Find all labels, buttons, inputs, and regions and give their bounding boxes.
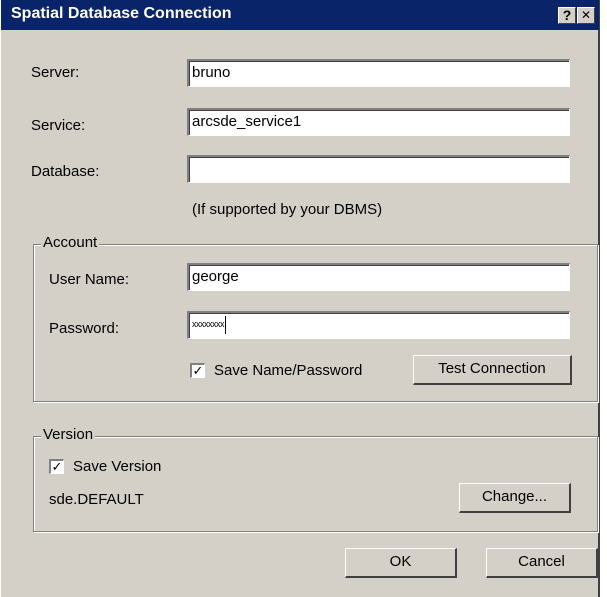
text-caret (225, 315, 226, 334)
username-input[interactable]: george (187, 263, 570, 291)
password-mask: xxxxxxxx (192, 319, 225, 329)
help-icon[interactable]: ? (558, 7, 576, 24)
password-label: Password: (49, 320, 120, 337)
ok-button[interactable]: OK (345, 548, 457, 578)
service-input[interactable]: arcsde_service1 (187, 108, 570, 136)
test-connection-button[interactable]: Test Connection (413, 355, 572, 385)
database-input[interactable] (187, 155, 570, 183)
service-label: Service: (31, 117, 86, 134)
database-label: Database: (31, 163, 100, 180)
cancel-button[interactable]: Cancel (486, 548, 598, 578)
username-label: User Name: (49, 271, 130, 288)
database-hint: (If supported by your DBMS) (192, 201, 383, 218)
password-input[interactable]: xxxxxxxx (187, 311, 570, 339)
version-group-title: Version (41, 426, 96, 443)
title-bar[interactable]: Spatial Database Connection ? ✕ (1, 0, 599, 30)
save-version-label[interactable]: Save Version (73, 458, 161, 475)
spatial-database-connection-dialog: Spatial Database Connection ? ✕ Server: … (0, 0, 600, 597)
server-label: Server: (31, 64, 80, 81)
account-group-title: Account (41, 234, 100, 251)
close-icon[interactable]: ✕ (577, 7, 595, 24)
change-version-button[interactable]: Change... (459, 483, 571, 513)
window-title: Spatial Database Connection (11, 5, 232, 22)
save-name-password-label[interactable]: Save Name/Password (214, 362, 362, 379)
save-name-password-checkbox[interactable]: ✓ (190, 363, 205, 378)
save-version-checkbox[interactable]: ✓ (49, 459, 64, 474)
current-version-text: sde.DEFAULT (49, 491, 144, 508)
server-input[interactable]: bruno (187, 59, 570, 87)
